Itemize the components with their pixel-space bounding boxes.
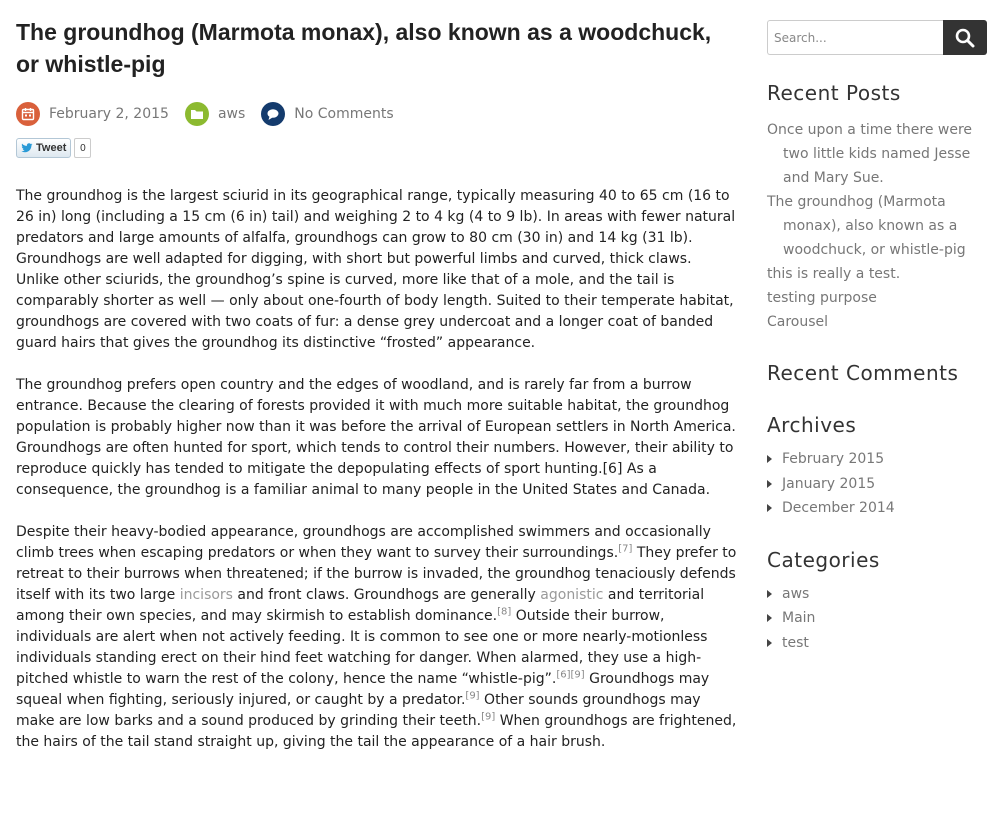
category-item[interactable]: Main bbox=[767, 606, 987, 631]
archive-item[interactable]: January 2015 bbox=[767, 472, 987, 497]
speech-bubble-icon bbox=[261, 102, 286, 126]
triangle-right-icon bbox=[767, 479, 772, 488]
citation-8[interactable]: [8] bbox=[497, 606, 511, 617]
post-title: The groundhog (Marmota monax), also know… bbox=[16, 19, 712, 77]
post-date[interactable]: February 2, 2015 bbox=[16, 102, 169, 126]
post-body: The groundhog is the largest sciurid in … bbox=[16, 186, 738, 753]
magnifier-icon bbox=[955, 28, 975, 47]
citation-9[interactable]: [9] bbox=[465, 690, 479, 701]
tweet-count: 0 bbox=[74, 138, 92, 158]
archives-title: Archives bbox=[767, 413, 857, 437]
search-form bbox=[767, 20, 987, 55]
category-item[interactable]: test bbox=[767, 631, 987, 656]
text: and front claws. Groundhogs are generall… bbox=[232, 587, 541, 603]
archive-link[interactable]: December 2014 bbox=[782, 496, 895, 521]
post-comments[interactable]: No Comments bbox=[261, 102, 394, 126]
paragraph-3: Despite their heavy-bodied appearance, g… bbox=[16, 522, 738, 753]
post-category-link[interactable]: aws bbox=[218, 106, 245, 122]
post-comments-link[interactable]: No Comments bbox=[294, 106, 393, 122]
calendar-icon bbox=[16, 102, 40, 126]
folder-icon bbox=[184, 102, 209, 126]
paragraph-1: The groundhog is the largest sciurid in … bbox=[16, 188, 736, 351]
triangle-right-icon bbox=[767, 455, 772, 464]
recent-posts-title: Recent Posts bbox=[767, 81, 901, 105]
recent-comments-title: Recent Comments bbox=[767, 361, 959, 385]
category-link[interactable]: Main bbox=[782, 606, 815, 631]
archive-item[interactable]: February 2015 bbox=[767, 447, 987, 472]
categories-list: aws Main test bbox=[767, 582, 987, 656]
post-meta: February 2, 2015 aws No Comments bbox=[16, 100, 738, 128]
citation-9[interactable]: [9] bbox=[571, 669, 585, 680]
tweet-widget: Tweet 0 bbox=[16, 137, 738, 159]
recent-post-link[interactable]: this is really a test. bbox=[767, 262, 987, 286]
incisors-link[interactable]: incisors bbox=[180, 587, 233, 603]
citation-7[interactable]: [7] bbox=[618, 543, 632, 554]
triangle-right-icon bbox=[767, 504, 772, 513]
post-date-text: February 2, 2015 bbox=[49, 106, 169, 122]
categories-title: Categories bbox=[767, 547, 880, 572]
category-link[interactable]: aws bbox=[782, 582, 809, 607]
archive-link[interactable]: February 2015 bbox=[782, 447, 884, 472]
archives-list: February 2015 January 2015 December 2014 bbox=[767, 447, 987, 521]
category-item[interactable]: aws bbox=[767, 582, 987, 607]
search-button[interactable] bbox=[943, 20, 987, 55]
tweet-label: Tweet bbox=[36, 142, 67, 154]
agonistic-link[interactable]: agonistic bbox=[540, 587, 603, 603]
recent-posts-list: Once upon a time there were two little k… bbox=[767, 118, 987, 334]
recent-post-link[interactable]: testing purpose bbox=[767, 286, 987, 310]
recent-post-link[interactable]: The groundhog (Marmota monax), also know… bbox=[767, 190, 987, 262]
citation-6[interactable]: [6] bbox=[556, 669, 570, 680]
triangle-right-icon bbox=[767, 638, 772, 647]
triangle-right-icon bbox=[767, 614, 772, 623]
twitter-bird-icon bbox=[21, 143, 33, 153]
citation-9[interactable]: [9] bbox=[481, 711, 495, 722]
tweet-button[interactable]: Tweet bbox=[16, 138, 72, 158]
recent-post-link[interactable]: Once upon a time there were two little k… bbox=[767, 118, 987, 190]
post-category[interactable]: aws bbox=[184, 102, 245, 126]
paragraph-2: The groundhog prefers open country and t… bbox=[16, 377, 736, 498]
sidebar: Recent Posts Once upon a time there were… bbox=[767, 20, 987, 655]
category-link[interactable]: test bbox=[782, 631, 809, 656]
text: Despite their heavy-bodied appearance, g… bbox=[16, 524, 711, 561]
search-input[interactable] bbox=[767, 20, 943, 55]
archive-item[interactable]: December 2014 bbox=[767, 496, 987, 521]
main-content: The groundhog (Marmota monax), also know… bbox=[16, 16, 738, 774]
triangle-right-icon bbox=[767, 589, 772, 598]
archive-link[interactable]: January 2015 bbox=[782, 472, 875, 497]
recent-post-link[interactable]: Carousel bbox=[767, 310, 987, 334]
